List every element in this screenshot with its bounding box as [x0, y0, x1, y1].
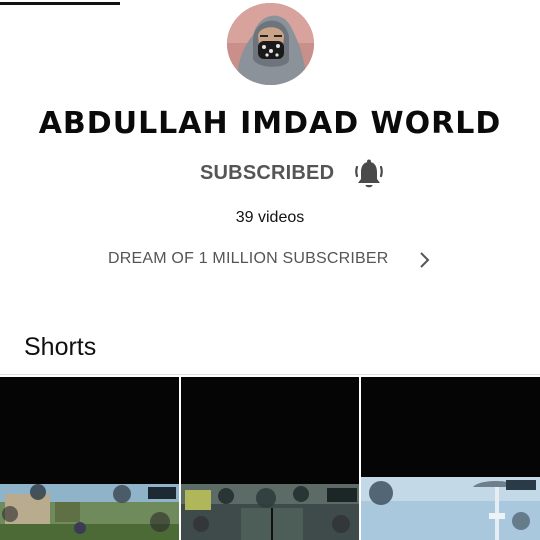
channel-name: ABDULLAH IMDAD WORLD	[38, 106, 502, 141]
short-thumbnail[interactable]	[361, 377, 540, 540]
subscription-controls: SUBSCRIBED	[0, 158, 540, 194]
short-thumbnail-image	[181, 484, 359, 540]
section-divider	[0, 374, 540, 375]
avatar-image	[227, 3, 314, 85]
chevron-right-icon	[414, 250, 434, 270]
short-thumbnail[interactable]	[0, 377, 179, 540]
top-indicator	[0, 2, 120, 5]
description-text: DREAM OF 1 MILLION SUBSCRIBER	[108, 250, 389, 267]
short-thumbnail-image	[0, 484, 179, 540]
short-thumbnail-image	[361, 477, 540, 540]
subscribed-button[interactable]: SUBSCRIBED	[200, 162, 334, 185]
short-thumbnail[interactable]	[181, 377, 359, 540]
video-count: 39 videos	[235, 209, 305, 226]
bell-icon[interactable]	[352, 158, 386, 192]
shorts-grid	[0, 377, 540, 540]
channel-description[interactable]: DREAM OF 1 MILLION SUBSCRIBER	[108, 250, 430, 272]
channel-avatar[interactable]	[227, 3, 314, 85]
shorts-section-title: Shorts	[24, 333, 97, 361]
